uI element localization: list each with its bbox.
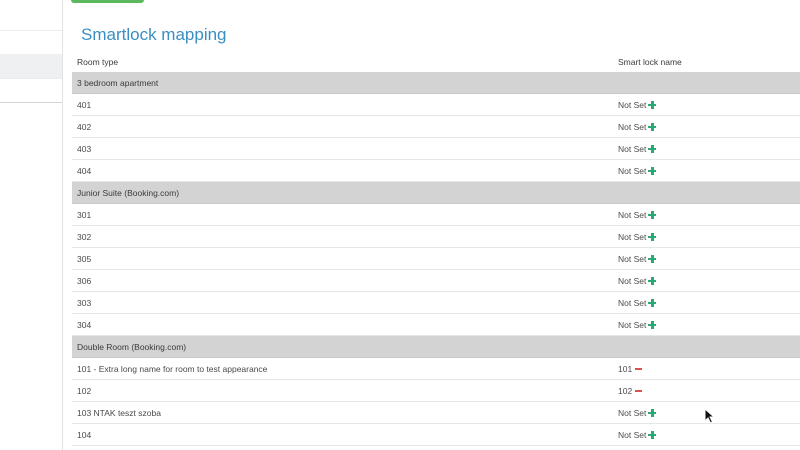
sidebar-item[interactable] <box>0 6 62 31</box>
smart-lock-name: Not Set <box>618 298 647 308</box>
plus-icon[interactable] <box>648 409 657 417</box>
room-name: 306 <box>77 276 92 286</box>
group-name: 3 bedroom apartment <box>77 78 159 88</box>
smart-lock-cell: Not Set <box>618 408 657 418</box>
smart-lock-cell: Not Set <box>618 144 657 154</box>
plus-icon[interactable] <box>648 321 657 329</box>
smart-lock-name: Not Set <box>618 210 647 220</box>
smart-lock-cell: Not Set <box>618 122 657 132</box>
mouse-pointer-icon <box>704 408 716 424</box>
smart-lock-cell: Not Set <box>618 100 657 110</box>
smart-lock-cell: Not Set <box>618 254 657 264</box>
smart-lock-cell: Not Set <box>618 210 657 220</box>
minus-icon[interactable] <box>635 387 643 395</box>
smart-lock-name: Not Set <box>618 408 647 418</box>
smart-lock-cell: Not Set <box>618 232 657 242</box>
smart-lock-name: 101 <box>618 364 633 374</box>
smart-lock-name: Not Set <box>618 100 647 110</box>
plus-icon[interactable] <box>648 101 657 109</box>
room-name: 104 <box>77 430 92 440</box>
smart-lock-name: Not Set <box>618 430 647 440</box>
header-smart-lock-name: Smart lock name <box>618 57 682 67</box>
table-row: 103 NTAK teszt szoba Not Set <box>72 402 800 424</box>
plus-icon[interactable] <box>648 277 657 285</box>
smart-lock-name: Not Set <box>618 320 647 330</box>
plus-icon[interactable] <box>648 299 657 307</box>
sidebar-item[interactable] <box>0 30 62 55</box>
room-name: 304 <box>77 320 92 330</box>
table-row: 304 Not Set <box>72 314 800 336</box>
room-name: 403 <box>77 144 92 154</box>
smart-lock-cell: 102 <box>618 386 643 396</box>
table-row: 306 Not Set <box>72 270 800 292</box>
room-name: 303 <box>77 298 92 308</box>
room-name: 404 <box>77 166 92 176</box>
smart-lock-name: Not Set <box>618 144 647 154</box>
app-window: Smartlock mapping Room type Smart lock n… <box>0 0 800 450</box>
top-action-button[interactable] <box>71 0 144 3</box>
table-row: 305 Not Set <box>72 248 800 270</box>
smart-lock-name: 102 <box>618 386 633 396</box>
smart-lock-cell: Not Set <box>618 166 657 176</box>
table-row: 404 Not Set <box>72 160 800 182</box>
table-row: 301 Not Set <box>72 204 800 226</box>
room-name: 401 <box>77 100 92 110</box>
group-row: 3 bedroom apartment <box>72 72 800 94</box>
smart-lock-name: Not Set <box>618 276 647 286</box>
room-name: 302 <box>77 232 92 242</box>
minus-icon[interactable] <box>635 365 643 373</box>
header-room-type: Room type <box>77 57 119 67</box>
table-row: 302 Not Set <box>72 226 800 248</box>
smart-lock-cell: Not Set <box>618 298 657 308</box>
group-row: Junior Suite (Booking.com) <box>72 182 800 204</box>
smart-lock-name: Not Set <box>618 254 647 264</box>
plus-icon[interactable] <box>648 167 657 175</box>
table-row: 303 Not Set <box>72 292 800 314</box>
main-content: Smartlock mapping Room type Smart lock n… <box>63 0 800 450</box>
sidebar-item[interactable] <box>0 78 62 103</box>
room-name: 402 <box>77 122 92 132</box>
group-name: Junior Suite (Booking.com) <box>77 188 180 198</box>
plus-icon[interactable] <box>648 431 657 439</box>
table-row: 403 Not Set <box>72 138 800 160</box>
table-row: 402 Not Set <box>72 116 800 138</box>
table-row: 401 Not Set <box>72 94 800 116</box>
smart-lock-cell: Not Set <box>618 276 657 286</box>
table-row: 104 Not Set <box>72 424 800 446</box>
table-row: 102 102 <box>72 380 800 402</box>
room-name: 305 <box>77 254 92 264</box>
room-name: 101 - Extra long name for room to test a… <box>77 364 268 374</box>
group-row: Double Room (Booking.com) <box>72 336 800 358</box>
smart-lock-name: Not Set <box>618 232 647 242</box>
smart-lock-cell: Not Set <box>618 320 657 330</box>
group-name: Double Room (Booking.com) <box>77 342 187 352</box>
smart-lock-cell: Not Set <box>618 430 657 440</box>
sidebar-item-active[interactable] <box>0 54 62 79</box>
sidebar <box>0 0 63 450</box>
table-body: 3 bedroom apartment 401 Not Set 402 Not Set 4… <box>72 72 800 446</box>
plus-icon[interactable] <box>648 123 657 131</box>
page-title: Smartlock mapping <box>81 25 227 44</box>
room-name: 103 NTAK teszt szoba <box>77 408 161 418</box>
smart-lock-cell: 101 <box>618 364 643 374</box>
smart-lock-name: Not Set <box>618 122 647 132</box>
plus-icon[interactable] <box>648 211 657 219</box>
plus-icon[interactable] <box>648 233 657 241</box>
plus-icon[interactable] <box>648 255 657 263</box>
room-name: 102 <box>77 386 92 396</box>
smart-lock-name: Not Set <box>618 166 647 176</box>
table-header: Room type Smart lock name <box>72 52 800 72</box>
room-name: 301 <box>77 210 92 220</box>
table-row: 101 - Extra long name for room to test a… <box>72 358 800 380</box>
plus-icon[interactable] <box>648 145 657 153</box>
